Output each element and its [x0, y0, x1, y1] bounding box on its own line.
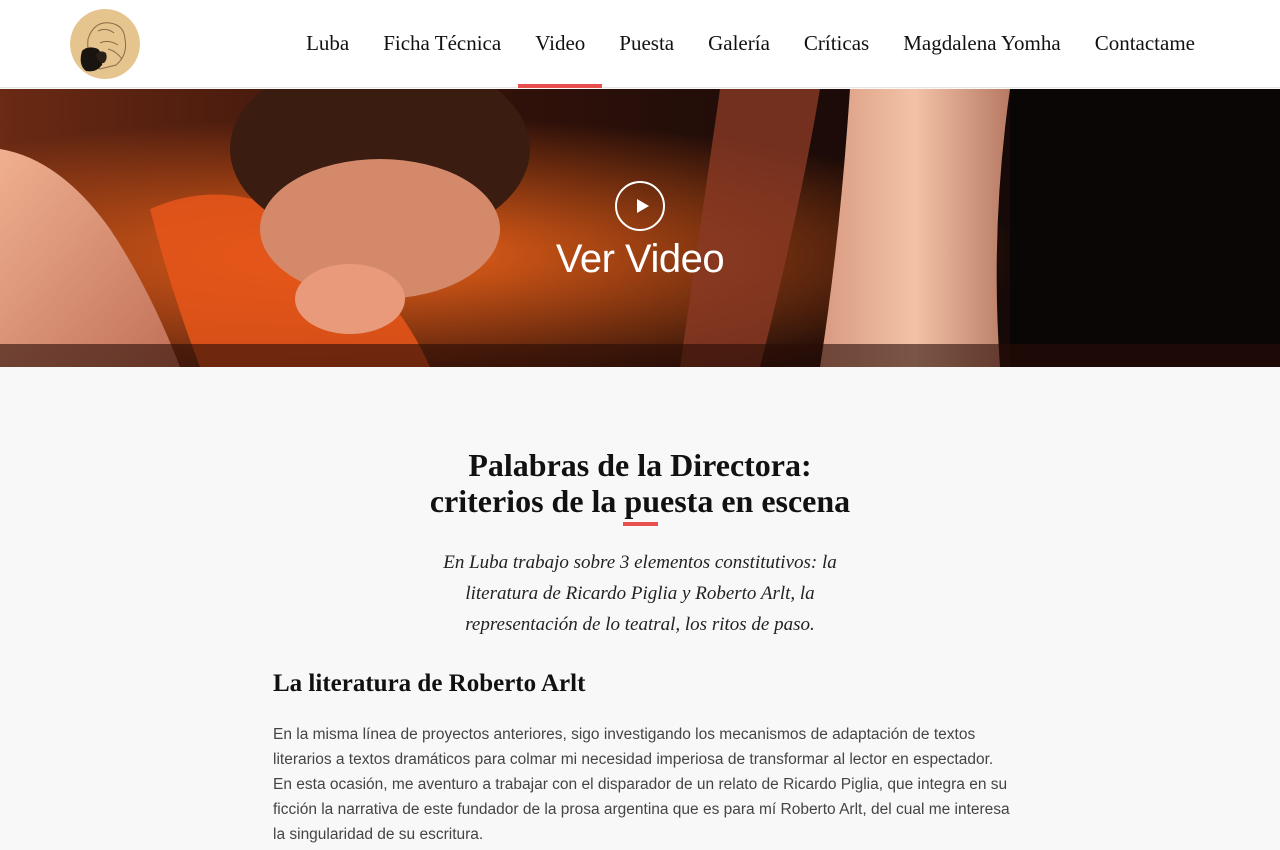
nav-item-video[interactable]: Video [518, 0, 603, 88]
ver-video-link[interactable]: Ver Video [0, 237, 1280, 282]
main-nav: Luba Ficha Técnica Video Puesta Galería … [289, 0, 1212, 88]
section-title-line2: criterios de la puesta en escena [429, 483, 851, 519]
nav-item-contactame[interactable]: Contactame [1078, 0, 1212, 88]
hero-banner: Ver Video [0, 89, 1280, 367]
nav-item-ficha-tecnica[interactable]: Ficha Técnica [366, 0, 518, 88]
nav-item-galeria[interactable]: Galería [691, 0, 787, 88]
section-intro: En Luba trabajo sobre 3 elementos consti… [443, 552, 837, 635]
nav-item-puesta[interactable]: Puesta [602, 0, 691, 88]
literatura-paragraph: En la misma línea de proyectos anteriore… [273, 726, 1010, 843]
section-title: Palabras de la Directora: criterios de l… [0, 447, 1280, 519]
nav-item-magdalena-yomha[interactable]: Magdalena Yomha [886, 0, 1077, 88]
play-circle-icon[interactable] [615, 181, 665, 231]
literatura-heading: La literatura de Roberto Arlt [273, 670, 586, 697]
nav-item-criticas[interactable]: Críticas [787, 0, 886, 88]
section-title-line1: Palabras de la Directora: [468, 447, 812, 483]
site-logo[interactable] [70, 9, 140, 79]
nav-item-luba[interactable]: Luba [289, 0, 366, 88]
section-title-underline [623, 522, 658, 526]
site-header: Luba Ficha Técnica Video Puesta Galería … [0, 0, 1280, 88]
